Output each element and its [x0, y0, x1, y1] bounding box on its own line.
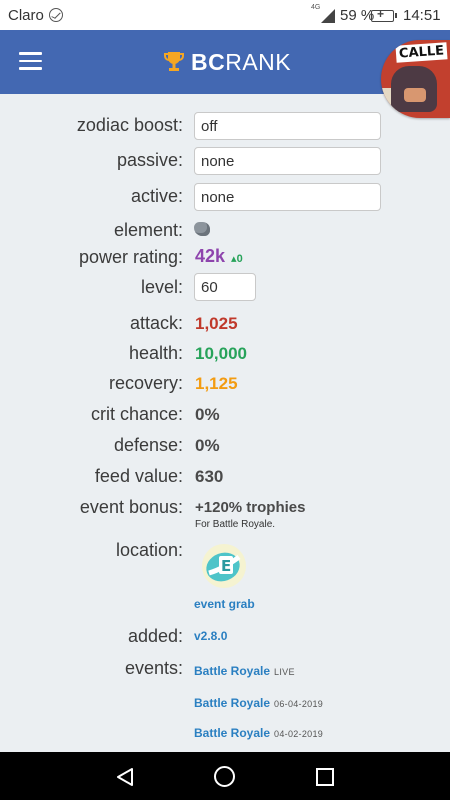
- defense-label: defense:: [113, 435, 183, 455]
- event-link[interactable]: Battle Royale LIVE: [194, 664, 295, 678]
- event-link[interactable]: Battle Royale 06-04-2019: [194, 696, 323, 710]
- added-label: added:: [127, 626, 183, 646]
- event-bonus-label: event bonus:: [79, 497, 183, 517]
- passive-field[interactable]: none: [194, 147, 381, 175]
- event-bonus-note: For Battle Royale.: [195, 519, 276, 530]
- egg-icon[interactable]: E: [199, 540, 249, 590]
- added-version-link[interactable]: v2.8.0: [194, 629, 227, 643]
- power-rating-delta: ▴0: [231, 253, 243, 265]
- carrier-name: Claro: [8, 7, 44, 24]
- attack-value: 1,025: [195, 314, 238, 333]
- crit-chance-value: 0%: [195, 405, 220, 424]
- avatar-text: CALLE: [395, 42, 448, 63]
- recovery-label: recovery:: [108, 373, 183, 393]
- location-link[interactable]: event grab: [194, 597, 255, 611]
- brand-name: BCRANK: [191, 48, 292, 75]
- zodiac-boost-label: zodiac boost:: [76, 115, 183, 135]
- zodiac-boost-field[interactable]: off: [194, 112, 381, 140]
- level-field[interactable]: 60: [194, 273, 256, 301]
- battery-charging-icon: +: [371, 7, 397, 22]
- messenger-icon: [49, 8, 63, 22]
- power-rating-value: 42k ▴0: [195, 246, 243, 266]
- active-field[interactable]: none: [194, 183, 381, 211]
- passive-label: passive:: [116, 150, 183, 170]
- hamburger-icon[interactable]: [19, 52, 42, 70]
- signal-icon: [321, 9, 335, 23]
- feed-value-label: feed value:: [94, 466, 183, 486]
- back-icon[interactable]: [114, 766, 136, 788]
- feed-value-value: 630: [195, 467, 224, 486]
- rock-element-icon: [194, 222, 210, 236]
- event-bonus-value: +120% trophies: [195, 499, 306, 516]
- health-label: health:: [128, 343, 183, 363]
- trophy-icon: [164, 52, 184, 71]
- level-label: level:: [140, 277, 183, 297]
- location-label: location:: [115, 540, 183, 560]
- power-rating-label: power rating:: [78, 247, 183, 267]
- svg-text:E: E: [221, 557, 231, 575]
- avatar[interactable]: CALLE: [381, 40, 450, 118]
- clock: 14:51: [403, 7, 441, 24]
- defense-value: 0%: [195, 436, 220, 455]
- active-label: active:: [130, 186, 183, 206]
- attack-label: attack:: [129, 313, 183, 333]
- recents-icon[interactable]: [316, 768, 334, 786]
- system-nav-bar: [0, 752, 450, 800]
- element-label: element:: [113, 220, 183, 240]
- home-icon[interactable]: [214, 766, 235, 787]
- event-link[interactable]: Battle Royale 04-02-2019: [194, 726, 323, 740]
- recovery-value: 1,125: [195, 374, 238, 393]
- events-label: events:: [124, 658, 183, 678]
- network-type: 4G: [311, 4, 321, 11]
- status-bar: Claro 4G 59 % + 14:51: [0, 0, 450, 30]
- battery-percent: 59 %: [340, 7, 375, 24]
- crit-chance-label: crit chance:: [90, 404, 183, 424]
- brand-logo[interactable]: BCRANK: [163, 47, 291, 77]
- health-value: 10,000: [195, 344, 247, 363]
